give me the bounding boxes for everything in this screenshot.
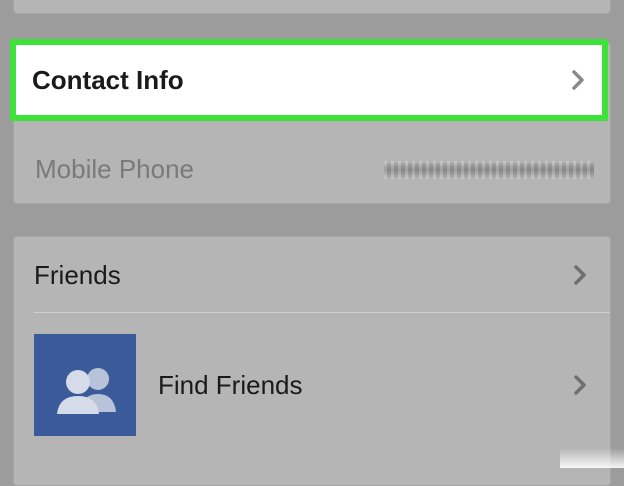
chevron-right-icon	[574, 265, 586, 285]
friends-row[interactable]: Friends	[14, 237, 610, 313]
friends-label: Friends	[34, 259, 121, 290]
bottom-glare	[560, 448, 624, 468]
contact-info-label: Contact Info	[32, 64, 184, 95]
chevron-right-icon	[572, 70, 584, 90]
divider	[34, 312, 610, 313]
contact-info-row[interactable]: Contact Info	[10, 39, 608, 121]
redacted-phone-value	[384, 161, 594, 179]
friends-card: Friends Find Friends	[13, 236, 611, 486]
find-friends-label: Find Friends	[158, 369, 303, 400]
chevron-right-icon	[574, 375, 586, 395]
contact-card: Contact Info Mobile Phone	[10, 39, 611, 204]
top-card	[13, 0, 611, 14]
find-friends-row[interactable]: Find Friends	[14, 333, 610, 437]
friends-silhouette-icon	[34, 334, 136, 436]
mobile-phone-row[interactable]: Mobile Phone	[14, 139, 610, 199]
